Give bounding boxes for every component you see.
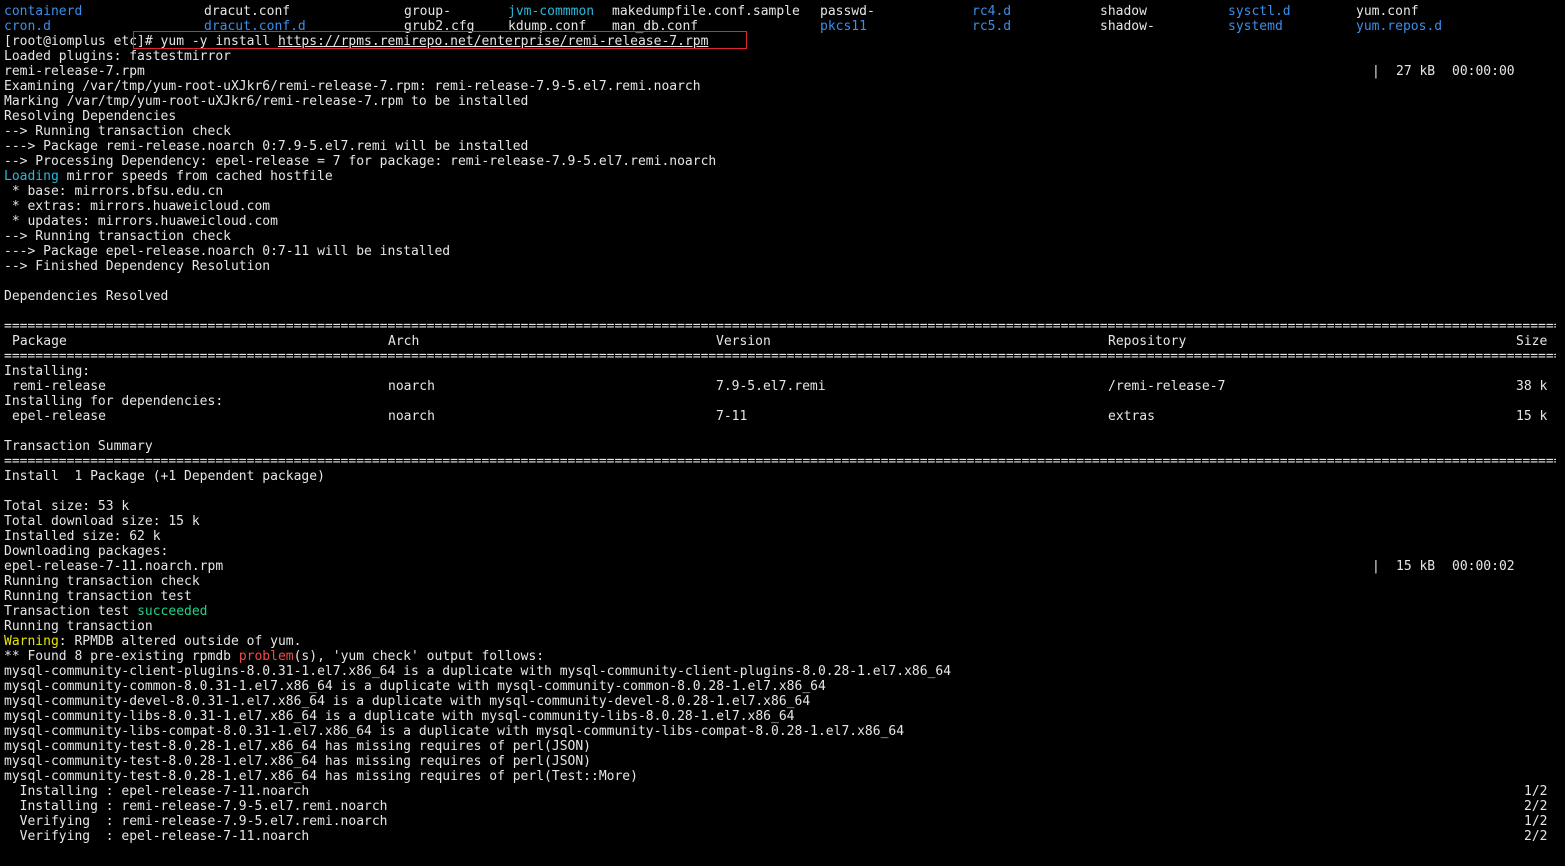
problem-line: mysql-community-common-8.0.31-1.el7.x86_… [4, 679, 826, 694]
problem-line: mysql-community-devel-8.0.31-1.el7.x86_6… [4, 694, 811, 709]
cell-version: 7.9-5.el7.remi [716, 379, 826, 394]
problem-line: mysql-community-libs-compat-8.0.31-1.el7… [4, 724, 905, 739]
table-rule: ========================================… [4, 454, 1556, 469]
log-line: Loaded plugins: fastestmirror [4, 49, 231, 64]
list-item: group- [404, 4, 451, 19]
log-line: --> Running transaction check [4, 229, 231, 244]
download-time: 00:00:02 [1452, 559, 1515, 574]
list-item: shadow [1100, 4, 1147, 19]
log-line: Total download size: 15 k [4, 514, 200, 529]
cell-package: remi-release [12, 379, 106, 394]
problem-line: mysql-community-test-8.0.28-1.el7.x86_64… [4, 739, 591, 754]
step-line: Verifying : epel-release-7-11.noarch [4, 829, 310, 844]
cell-package: epel-release [12, 409, 106, 424]
step-count: 2/2 [1524, 829, 1548, 844]
problem-line: mysql-community-libs-8.0.31-1.el7.x86_64… [4, 709, 795, 724]
table-rule: ========================================… [4, 319, 1556, 334]
cell-size: 38 k [1516, 379, 1548, 394]
warning-line: Warning: RPMDB altered outside of yum. [4, 634, 302, 649]
list-item: rc4.d [972, 4, 1012, 19]
list-item: passwd- [820, 4, 875, 19]
log-line: --> Finished Dependency Resolution [4, 259, 271, 274]
list-item: rc5.d [972, 19, 1012, 34]
step-count: 2/2 [1524, 799, 1548, 814]
list-item: pkcs11 [820, 19, 867, 34]
cell-size: 15 k [1516, 409, 1548, 424]
log-line: * updates: mirrors.huaweicloud.com [4, 214, 278, 229]
summary-line: Install 1 Package (+1 Dependent package) [4, 469, 325, 484]
download-size: 27 kB [1396, 64, 1436, 79]
list-item: shadow- [1100, 19, 1155, 34]
log-line: --> Processing Dependency: epel-release … [4, 154, 717, 169]
download-time: 00:00:00 [1452, 64, 1515, 79]
log-line: remi-release-7.rpm [4, 64, 145, 79]
cell-repository: /remi-release-7 [1108, 379, 1226, 394]
header-version: Version [716, 334, 771, 349]
step-count: 1/2 [1524, 784, 1548, 799]
step-count: 1/2 [1524, 814, 1548, 829]
table-rule: ========================================… [4, 349, 1556, 364]
log-line: Running transaction check [4, 574, 200, 589]
list-item: yum.conf [1356, 4, 1419, 19]
log-line: Total size: 53 k [4, 499, 130, 514]
step-line: Installing : remi-release-7.9-5.el7.remi… [4, 799, 388, 814]
log-line: ---> Package epel-release.noarch 0:7-11 … [4, 244, 451, 259]
summary-title: Transaction Summary [4, 439, 153, 454]
list-item: containerd [4, 4, 83, 19]
header-package: Package [12, 334, 67, 349]
log-line: Downloading packages: [4, 544, 169, 559]
cell-arch: noarch [388, 409, 435, 424]
log-line: * extras: mirrors.huaweicloud.com [4, 199, 271, 214]
problem-word: problem [238, 649, 294, 664]
list-item: cron.d [4, 19, 51, 34]
log-line: Installed size: 62 k [4, 529, 161, 544]
log-line: Resolving Dependencies [4, 109, 177, 124]
list-item: sysctl.d [1228, 4, 1291, 19]
section-label-installing: Installing: [4, 364, 91, 379]
log-line: Running transaction [4, 619, 153, 634]
cell-repository: extras [1108, 409, 1155, 424]
log-line: Dependencies Resolved [4, 289, 169, 304]
download-size: 15 kB [1396, 559, 1436, 574]
log-line: Marking /var/tmp/yum-root-uXJkr6/remi-re… [4, 94, 529, 109]
header-arch: Arch [388, 334, 420, 349]
log-line: --> Running transaction check [4, 124, 231, 139]
log-line: Loading mirror speeds from cached hostfi… [4, 169, 333, 184]
header-repository: Repository [1108, 334, 1187, 349]
problem-line: mysql-community-client-plugins-8.0.31-1.… [4, 664, 952, 679]
log-line: ---> Package remi-release.noarch 0:7.9-5… [4, 139, 529, 154]
download-progress-bar: | [1372, 559, 1380, 574]
problem-line: mysql-community-test-8.0.28-1.el7.x86_64… [4, 754, 591, 769]
cell-arch: noarch [388, 379, 435, 394]
loading-word: Loading [4, 169, 59, 184]
log-line: epel-release-7-11.noarch.rpm [4, 559, 224, 574]
log-line: Examining /var/tmp/yum-root-uXJkr6/remi-… [4, 79, 701, 94]
log-line: * base: mirrors.bfsu.edu.cn [4, 184, 224, 199]
cell-version: 7-11 [716, 409, 748, 424]
header-size: Size [1516, 334, 1548, 349]
step-line: Installing : epel-release-7-11.noarch [4, 784, 310, 799]
list-item: systemd [1228, 19, 1283, 34]
log-line: Transaction test succeeded [4, 604, 208, 619]
download-progress-bar: | [1372, 64, 1380, 79]
warning-label: Warning [4, 634, 59, 649]
list-item: makedumpfile.conf.sample [612, 4, 800, 19]
command-highlight-box [133, 31, 747, 49]
step-line: Verifying : remi-release-7.9-5.el7.remi.… [4, 814, 388, 829]
list-item: yum.repos.d [1356, 19, 1443, 34]
terminal-window[interactable]: containerd dracut.conf group- jvm-commmo… [0, 0, 1565, 866]
log-line: Running transaction test [4, 589, 192, 604]
test-status: succeeded [137, 604, 208, 619]
problem-line: mysql-community-test-8.0.28-1.el7.x86_64… [4, 769, 638, 784]
list-item: dracut.conf [204, 4, 291, 19]
section-label-dependencies: Installing for dependencies: [4, 394, 224, 409]
found-problems-line: ** Found 8 pre-existing rpmdb problem(s)… [4, 649, 545, 664]
list-item: jvm-commmon [508, 4, 595, 19]
